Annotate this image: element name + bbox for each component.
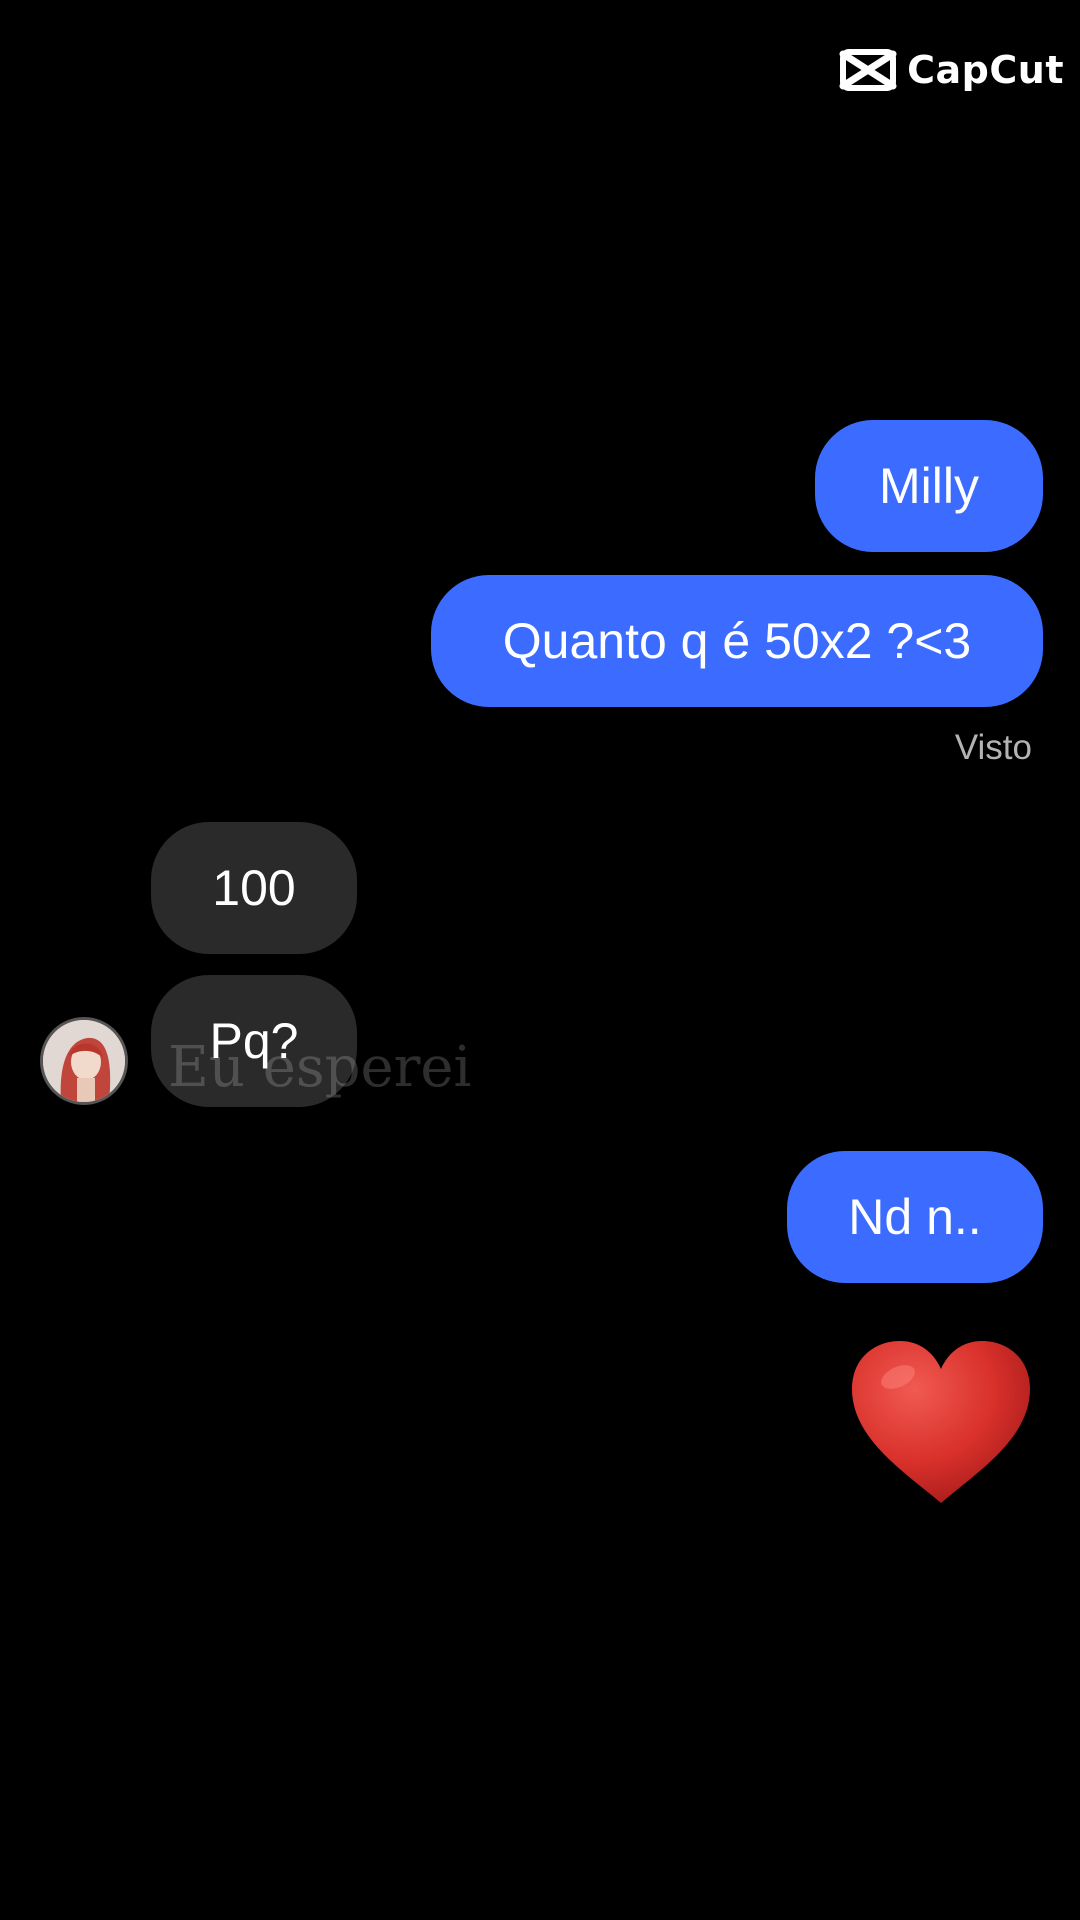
seen-status: Visto [954,728,1032,767]
outgoing-message[interactable]: Nd n.. [787,1151,1043,1283]
subtitle-overlay: Eu esperei [168,1035,472,1100]
capcut-label: CapCut [907,48,1064,92]
message-text: Nd n.. [848,1189,982,1245]
outgoing-message[interactable]: Quanto q é 50x2 ?<3 [431,575,1043,707]
incoming-message[interactable]: 100 [151,822,357,954]
capcut-logo-icon [839,49,897,91]
message-text: Quanto q é 50x2 ?<3 [502,613,972,669]
heart-icon[interactable] [846,1335,1036,1507]
capcut-watermark: CapCut [839,48,1064,92]
avatar[interactable] [40,1017,128,1105]
message-text: Milly [879,458,979,514]
outgoing-message[interactable]: Milly [815,420,1043,552]
message-text: 100 [212,860,296,916]
